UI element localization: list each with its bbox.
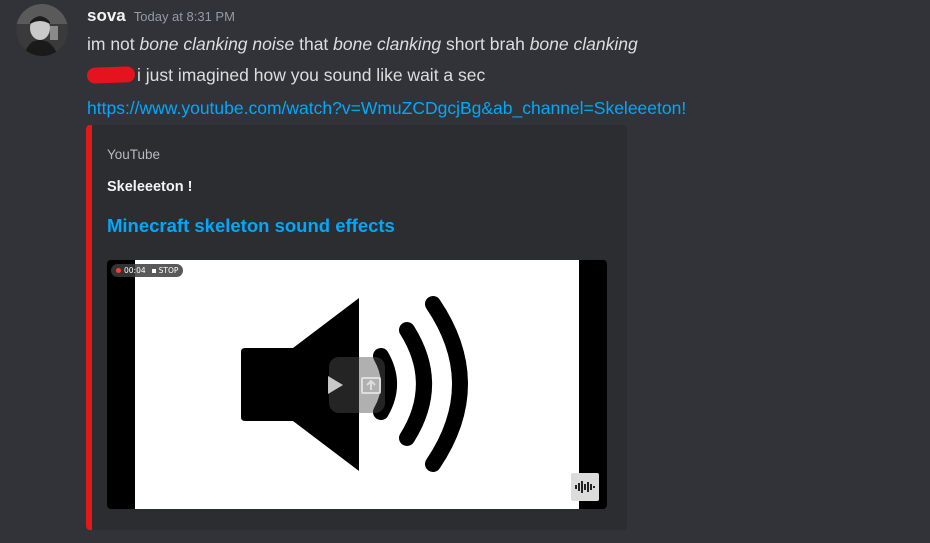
- text-segment: that: [294, 34, 334, 54]
- play-icon[interactable]: [321, 372, 347, 398]
- video-thumbnail[interactable]: 00:04 STOP: [107, 260, 607, 509]
- italic-segment: bone clanking: [333, 34, 442, 54]
- embed-provider: YouTube: [107, 147, 161, 162]
- username[interactable]: sova: [87, 6, 126, 26]
- recording-indicator: 00:04 STOP: [111, 264, 184, 277]
- message-timestamp[interactable]: Today at 8:31 PM: [134, 9, 235, 24]
- avatar[interactable]: [16, 4, 68, 56]
- link-embed: YouTube Skeleeeton ! Minecraft skeleton …: [86, 125, 627, 530]
- redaction-mark: [86, 66, 136, 84]
- stop-label: STOP: [158, 266, 179, 275]
- message-header: sova Today at 8:31 PM: [87, 6, 235, 28]
- recording-time: 00:04: [124, 266, 146, 275]
- text-segment: short brah: [441, 34, 530, 54]
- stop-square-icon: [151, 268, 156, 273]
- record-dot-icon: [116, 268, 121, 273]
- italic-segment: bone clanking noise: [139, 34, 295, 54]
- open-external-icon[interactable]: [359, 373, 383, 397]
- embed-author[interactable]: Skeleeeton !: [107, 179, 192, 195]
- italic-segment: bone clanking: [529, 34, 638, 54]
- message-line-1: im not bone clanking noise that bone cla…: [87, 34, 638, 55]
- text-segment: im not: [87, 34, 140, 54]
- message-line-2: i just imagined how you sound like wait …: [86, 65, 486, 86]
- embed-title[interactable]: Minecraft skeleton sound effects: [107, 215, 395, 237]
- soundwave-watermark-icon: [571, 473, 599, 501]
- text-segment: i just imagined how you sound like wait …: [137, 65, 486, 85]
- message-link[interactable]: https://www.youtube.com/watch?v=WmuZCDgc…: [87, 98, 686, 119]
